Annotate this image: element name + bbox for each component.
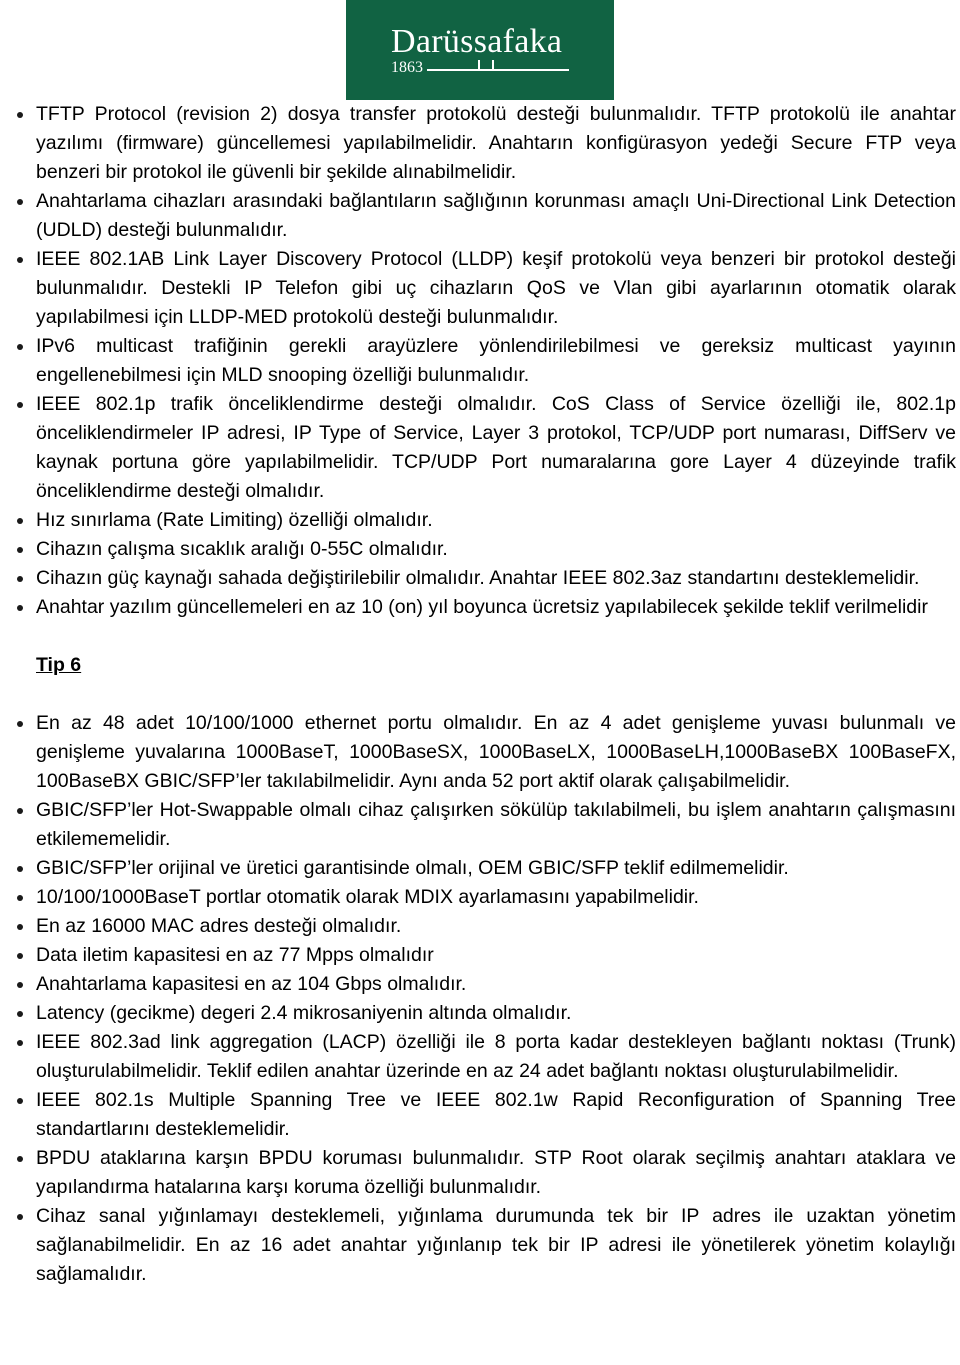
list-item: En az 16000 MAC adres desteği olmalıdır. — [0, 912, 958, 941]
section-heading-tip-6: Tip 6 — [36, 654, 82, 676]
list-item-text: Anahtarlama kapasitesi en az 104 Gbps ol… — [36, 973, 467, 995]
list-item-text: Cihazın güç kaynağı sahada değiştirilebi… — [36, 567, 920, 589]
list-item-text: TFTP Protocol (revision 2) dosya transfe… — [36, 103, 956, 183]
logo-rule — [427, 60, 569, 72]
list-item: Cihaz sanal yığınlamayı desteklemeli, yı… — [0, 1202, 958, 1289]
list-item: IEEE 802.1p trafik önceliklendirme deste… — [0, 390, 958, 506]
list-item-text: IPv6 multicast trafiğinin gerekli arayüz… — [36, 335, 956, 386]
logo-wordmark: Darüssafaka — [391, 22, 563, 60]
list-item-text: IEEE 802.1p trafik önceliklendirme deste… — [36, 393, 956, 502]
list-item: Anahtar yazılım güncellemeleri en az 10 … — [0, 593, 958, 622]
page-header: Darüssafaka 1863 — [0, 0, 960, 100]
logo-inner: Darüssafaka 1863 — [391, 22, 569, 77]
list-item: IEEE 802.3ad link aggregation (LACP) öze… — [0, 1028, 958, 1086]
list-item: 10/100/1000BaseT portlar otomatik olarak… — [0, 883, 958, 912]
list-item-text: IEEE 802.1s Multiple Spanning Tree ve IE… — [36, 1089, 956, 1140]
logo-tick-icon — [478, 60, 481, 70]
list-item-text: BPDU ataklarına karşın BPDU koruması bul… — [36, 1147, 956, 1198]
list-item-text: En az 48 adet 10/100/1000 ethernet portu… — [36, 712, 956, 792]
document-page: Darüssafaka 1863 TFTP Protocol (revision… — [0, 0, 960, 1365]
list-item-text: En az 16000 MAC adres desteği olmalıdır. — [36, 915, 402, 937]
list-item: GBIC/SFP’ler Hot-Swappable olmalı cihaz … — [0, 796, 958, 854]
list-item-text: Hız sınırlama (Rate Limiting) özelliği o… — [36, 509, 433, 531]
list-item-text: 10/100/1000BaseT portlar otomatik olarak… — [36, 886, 699, 908]
list-item: IEEE 802.1s Multiple Spanning Tree ve IE… — [0, 1086, 958, 1144]
darussafaka-logo: Darüssafaka 1863 — [346, 0, 614, 100]
logo-footer: 1863 — [391, 60, 569, 76]
logo-year: 1863 — [391, 59, 423, 77]
list-item-text: GBIC/SFP’ler orijinal ve üretici garanti… — [36, 857, 789, 879]
list-item: BPDU ataklarına karşın BPDU koruması bul… — [0, 1144, 958, 1202]
list-item: Cihazın çalışma sıcaklık aralığı 0-55C o… — [0, 535, 958, 564]
list-item-text: GBIC/SFP’ler Hot-Swappable olmalı cihaz … — [36, 799, 956, 850]
list-item: GBIC/SFP’ler orijinal ve üretici garanti… — [0, 854, 958, 883]
list-item: TFTP Protocol (revision 2) dosya transfe… — [0, 100, 958, 187]
list-item: Data iletim kapasitesi en az 77 Mpps olm… — [0, 941, 958, 970]
list-item-text: Data iletim kapasitesi en az 77 Mpps olm… — [36, 944, 434, 966]
list-item: Anahtarlama cihazları arasındaki bağlant… — [0, 187, 958, 245]
document-body: TFTP Protocol (revision 2) dosya transfe… — [0, 100, 958, 1289]
list-item: Hız sınırlama (Rate Limiting) özelliği o… — [0, 506, 958, 535]
list-item-text: Cihaz sanal yığınlamayı desteklemeli, yı… — [36, 1205, 956, 1285]
logo-tick-icon — [492, 60, 495, 70]
list-item-text: Anahtar yazılım güncellemeleri en az 10 … — [36, 596, 928, 618]
list-item-text: IEEE 802.1AB Link Layer Discovery Protoc… — [36, 248, 956, 328]
list-item: Cihazın güç kaynağı sahada değiştirilebi… — [0, 564, 958, 593]
list-item-text: Anahtarlama cihazları arasındaki bağlant… — [36, 190, 956, 241]
list-item: IEEE 802.1AB Link Layer Discovery Protoc… — [0, 245, 958, 332]
list-item: Latency (gecikme) degeri 2.4 mikrosaniye… — [0, 999, 958, 1028]
requirements-list-top: TFTP Protocol (revision 2) dosya transfe… — [0, 100, 958, 622]
list-item-text: IEEE 802.3ad link aggregation (LACP) öze… — [36, 1031, 956, 1082]
requirements-list-tip-6: En az 48 adet 10/100/1000 ethernet portu… — [0, 709, 958, 1289]
list-item: Anahtarlama kapasitesi en az 104 Gbps ol… — [0, 970, 958, 999]
list-item: En az 48 adet 10/100/1000 ethernet portu… — [0, 709, 958, 796]
list-item: IPv6 multicast trafiğinin gerekli arayüz… — [0, 332, 958, 390]
list-item-text: Latency (gecikme) degeri 2.4 mikrosaniye… — [36, 1002, 572, 1024]
list-item-text: Cihazın çalışma sıcaklık aralığı 0-55C o… — [36, 538, 448, 560]
